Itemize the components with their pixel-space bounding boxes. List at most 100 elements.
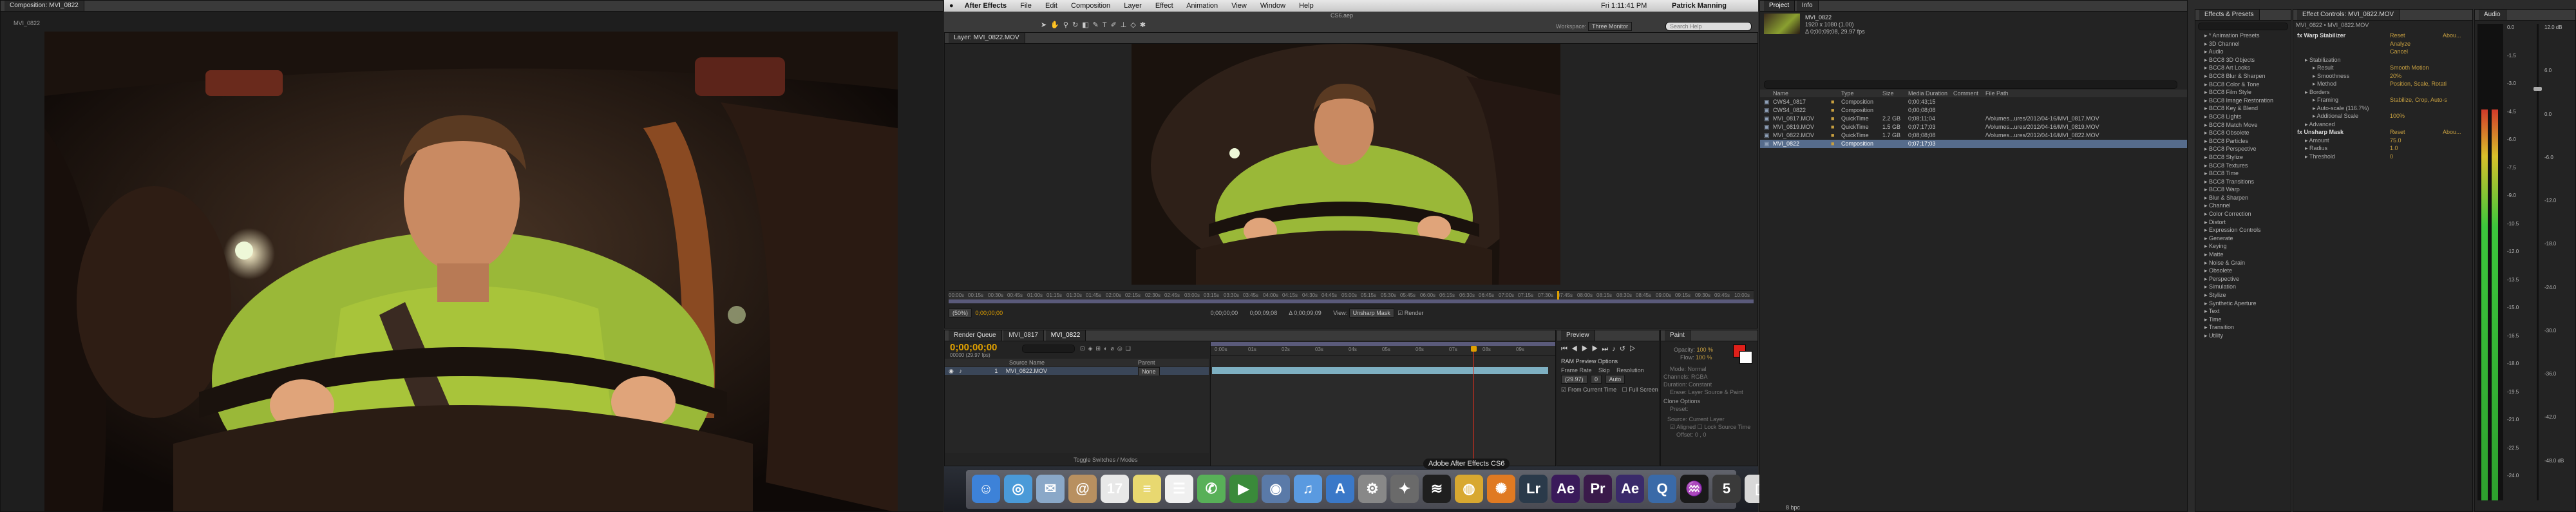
- effects-category-item[interactable]: ▸ Transition: [2195, 323, 2291, 332]
- effects-category-item[interactable]: ▸ Generate: [2195, 234, 2291, 243]
- col-file-path[interactable]: File Path: [1985, 90, 2009, 97]
- effects-category-item[interactable]: ▸ Blur & Sharpen: [2195, 194, 2291, 202]
- composition-frame[interactable]: [44, 32, 898, 511]
- effects-category-item[interactable]: ▸ BCC8 Perspective: [2195, 145, 2291, 153]
- selection-tool-icon[interactable]: ➤: [1041, 21, 1050, 29]
- effects-category-item[interactable]: ▸ BCC8 Time: [2195, 169, 2291, 178]
- firefox-icon[interactable]: ✺: [1487, 475, 1515, 503]
- activity-icon[interactable]: ♒: [1680, 475, 1709, 503]
- menu-animation[interactable]: Animation: [1186, 2, 1218, 10]
- effect-control-value[interactable]: 20%: [2390, 72, 2401, 80]
- audio-slider-track[interactable]: [2537, 24, 2539, 500]
- effects-category-item[interactable]: ▸ BCC8 Lights: [2195, 113, 2291, 121]
- tab-render-queue[interactable]: Render Queue: [949, 330, 1002, 341]
- audio-icon[interactable]: ♪: [1612, 345, 1620, 353]
- play-icon[interactable]: ▶: [1582, 345, 1592, 353]
- rotate-tool-icon[interactable]: ↻: [1072, 21, 1082, 29]
- effect-control-value[interactable]: Reset: [2390, 128, 2405, 136]
- effects-category-item[interactable]: ▸ BCC8 Color & Tone: [2195, 81, 2291, 89]
- col-parent[interactable]: Parent: [1138, 359, 1155, 366]
- col-name[interactable]: Name: [1773, 90, 1788, 97]
- last-frame-icon[interactable]: ⏭: [1602, 345, 1612, 353]
- menu-file[interactable]: File: [1020, 2, 1032, 10]
- timeline-playhead-handle[interactable]: [1471, 346, 1477, 352]
- col-type[interactable]: Type: [1841, 90, 1854, 97]
- effects-category-item[interactable]: ▸ BCC8 Image Restoration: [2195, 97, 2291, 105]
- workspace-select[interactable]: Three Monitor: [1588, 22, 1633, 31]
- effects-category-item[interactable]: ▸ BCC8 Stylize: [2195, 153, 2291, 162]
- background-color-swatch[interactable]: [1739, 351, 1752, 364]
- render-checkbox[interactable]: ☑ Render: [1397, 310, 1423, 316]
- effect-control-row[interactable]: ▸ Additional Scale 100%: [2293, 112, 2472, 120]
- contacts-icon[interactable]: @: [1068, 475, 1097, 503]
- effects-category-item[interactable]: ▸ BCC8 Art Looks: [2195, 64, 2291, 72]
- tab-composition[interactable]: Composition: MVI_0822: [5, 1, 84, 11]
- in-point[interactable]: 0;00;00;00: [1211, 310, 1238, 316]
- effect-control-value[interactable]: Reset: [2390, 32, 2405, 39]
- effect-control-row[interactable]: fx Unsharp Mask Reset Abou...: [2293, 128, 2472, 137]
- ram-preview-options[interactable]: RAM Preview Options: [1561, 357, 1618, 365]
- stamp-tool-icon[interactable]: ⊥: [1121, 21, 1131, 29]
- layer-name[interactable]: MVI_0822.MOV: [1006, 368, 1047, 374]
- eye-icon[interactable]: ◉: [949, 368, 954, 374]
- effects-category-item[interactable]: ▸ BCC8 Blur & Sharpen: [2195, 72, 2291, 81]
- effect-control-row[interactable]: Analyze: [2293, 40, 2472, 48]
- hand-tool-icon[interactable]: ✋: [1050, 21, 1063, 29]
- menubar-clock[interactable]: Fri 1:11:41 PM: [1601, 0, 1647, 12]
- col-media-duration[interactable]: Media Duration: [1908, 90, 1947, 97]
- spotify-icon[interactable]: ≋: [1423, 475, 1451, 503]
- project-row[interactable]: ▣ MVI_0822.MOV ■ QuickTime 1.7 GB 0;08;08;08 /…: [1760, 131, 2187, 140]
- effects-category-item[interactable]: ▸ Color Correction: [2195, 210, 2291, 218]
- effect-control-value[interactable]: 1.0: [2390, 144, 2398, 152]
- paint-duration-row[interactable]: Duration: Constant: [1663, 381, 1712, 388]
- calendar-icon[interactable]: 17: [1101, 475, 1129, 503]
- tab-mvi-0817[interactable]: MVI_0817: [1003, 330, 1044, 341]
- project-search-input[interactable]: [1764, 81, 2177, 89]
- effects-category-item[interactable]: ▸ 3D Channel: [2195, 40, 2291, 48]
- tab-layer[interactable]: Layer: MVI_0822.MOV: [949, 33, 1025, 43]
- clone-preset-row[interactable]: Preset:: [1670, 405, 1689, 413]
- clone-aligned-row[interactable]: ☑ Aligned ☐ Lock Source Time: [1670, 423, 1750, 431]
- effect-control-value[interactable]: 0: [2390, 153, 2393, 160]
- first-frame-icon[interactable]: ⏮: [1561, 345, 1571, 353]
- prev-frame-icon[interactable]: ◀: [1571, 345, 1582, 353]
- audio-toggle-icon[interactable]: ♪: [959, 368, 962, 374]
- menu-composition[interactable]: Composition: [1071, 2, 1110, 10]
- next-frame-icon[interactable]: ▶: [1592, 345, 1602, 353]
- timeline-work-area-bar[interactable]: [1211, 342, 1555, 346]
- effects-category-item[interactable]: ▸ Obsolete: [2195, 267, 2291, 275]
- effect-control-row[interactable]: ▸ Method Position, Scale, Rotati: [2293, 80, 2472, 88]
- effects-category-item[interactable]: ▸ BCC8 Film Style: [2195, 88, 2291, 97]
- tab-mvi-0822[interactable]: MVI_0822: [1045, 330, 1086, 341]
- mail-icon[interactable]: ✉: [1036, 475, 1065, 503]
- effects-category-item[interactable]: ▸ BCC8 Key & Blend: [2195, 104, 2291, 113]
- paint-opacity-row[interactable]: Opacity: 100 %: [1674, 346, 1713, 354]
- clone-source-row[interactable]: Source: Current Layer: [1667, 415, 1725, 423]
- apple-icon[interactable]: ●: [949, 2, 954, 10]
- effects-category-item[interactable]: ▸ Distort: [2195, 218, 2291, 227]
- effect-control-row[interactable]: ▸ Auto-scale (116.7%): [2293, 104, 2472, 113]
- appstore-icon[interactable]: A: [1326, 475, 1354, 503]
- effects-category-item[interactable]: ▸ Utility: [2195, 332, 2291, 340]
- layer-timecode[interactable]: 0;00;00;00: [976, 310, 1003, 316]
- composition-breadcrumb[interactable]: MVI_0822: [14, 20, 40, 26]
- effects-category-item[interactable]: ▸ Synthetic Aperture: [2195, 299, 2291, 308]
- effects-category-item[interactable]: ▸ BCC8 Particles: [2195, 137, 2291, 146]
- clone-options-header[interactable]: Clone Options: [1663, 397, 1700, 405]
- col-size[interactable]: Size: [1882, 90, 1894, 97]
- tab-info[interactable]: Info: [1796, 1, 1819, 11]
- effect-control-row[interactable]: ▸ Threshold 0: [2293, 153, 2472, 161]
- menu-effect[interactable]: Effect: [1155, 2, 1173, 10]
- effects-category-item[interactable]: ▸ Time: [2195, 316, 2291, 324]
- frame-rate-select[interactable]: (29.97): [1561, 375, 1587, 384]
- messages-icon[interactable]: ✆: [1197, 475, 1226, 503]
- safari-icon[interactable]: ◎: [1004, 475, 1032, 503]
- col-source-name[interactable]: Source Name: [1009, 359, 1045, 366]
- effects-category-item[interactable]: ▸ Text: [2195, 307, 2291, 316]
- resolution-select[interactable]: Auto: [1605, 375, 1625, 384]
- timeline-track-area[interactable]: 0:00s 01s 02s 03s 04s 05s 06s 07s 08s 09s: [1210, 342, 1555, 466]
- effects-category-item[interactable]: ▸ Simulation: [2195, 283, 2291, 291]
- aftereffects-icon[interactable]: Ae: [1551, 475, 1580, 503]
- eraser-tool-icon[interactable]: ◇: [1130, 21, 1139, 29]
- effect-control-row[interactable]: ▸ Stabilization: [2293, 56, 2472, 64]
